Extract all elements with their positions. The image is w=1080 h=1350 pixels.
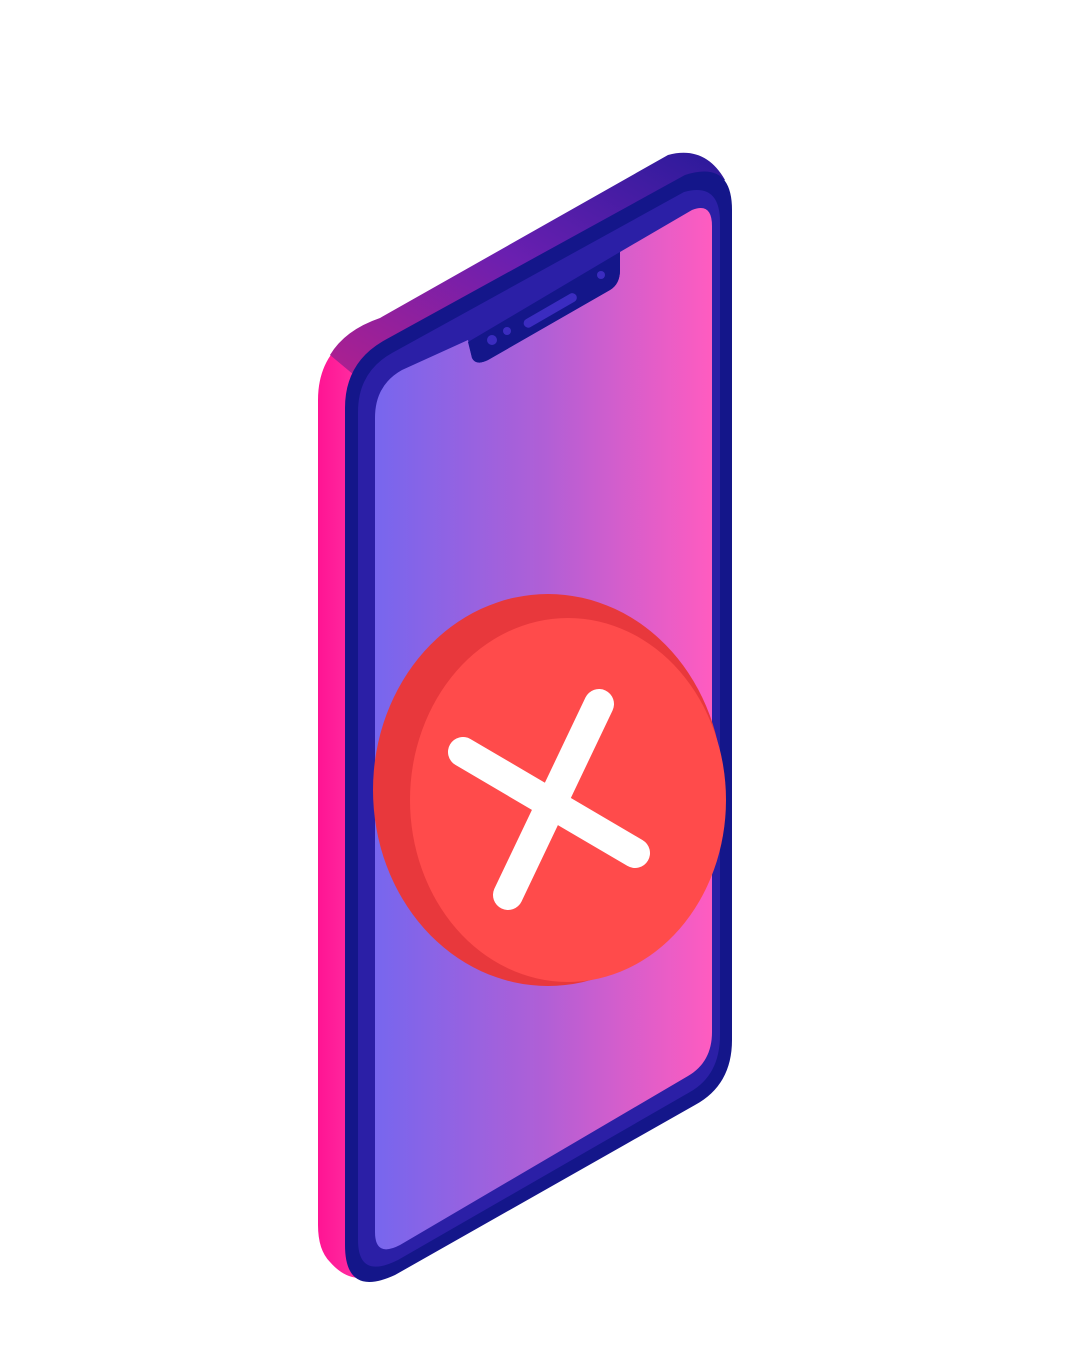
front-camera-dot xyxy=(487,335,497,345)
sensor-dot xyxy=(503,327,511,335)
phone-error-illustration xyxy=(318,152,732,1282)
sensor-dot-right xyxy=(597,271,605,279)
